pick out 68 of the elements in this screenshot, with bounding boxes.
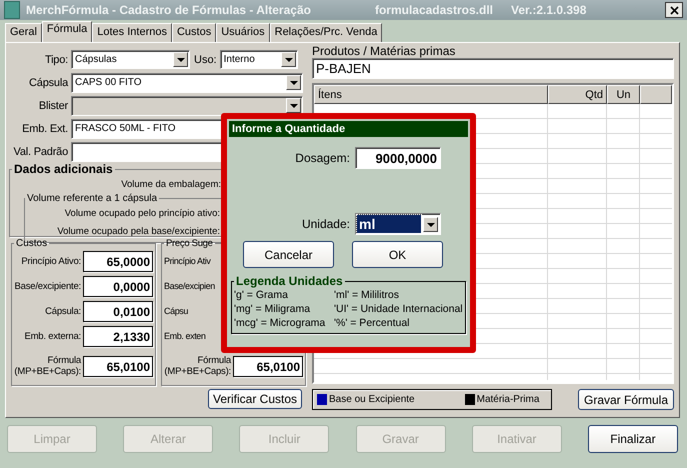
field-label: Volume ocupado pelo princípio ativo: bbox=[64, 208, 220, 218]
app-icon bbox=[4, 1, 20, 19]
column-header: Ítens bbox=[314, 85, 548, 104]
dialog-title: Informe a Quantidade bbox=[229, 121, 468, 137]
column-header: Un bbox=[607, 85, 640, 104]
cost-label: Princípio Ativo: bbox=[20, 256, 81, 267]
price-label: Emb. exten bbox=[164, 331, 207, 342]
cost-value-field: 0,0000 bbox=[83, 276, 153, 297]
legend-label: Matéria-Prima bbox=[476, 394, 540, 405]
tab[interactable]: Relações/Prc. Venda bbox=[270, 23, 382, 42]
verify-costs-button[interactable]: Verificar Custos bbox=[208, 389, 302, 409]
field-label: Dosagem: bbox=[295, 151, 350, 165]
cost-label: Cápsula: bbox=[44, 306, 81, 317]
products-label: Produtos / Matérias primas bbox=[312, 44, 456, 58]
legend-entry: 'g' = Grama bbox=[234, 288, 289, 302]
dialog-button[interactable]: Cancelar bbox=[243, 241, 334, 268]
legend-label: Base ou Excipiente bbox=[329, 394, 415, 405]
field-label: Cápsula bbox=[28, 76, 70, 88]
cost-label: Emb. externa: bbox=[23, 331, 81, 342]
type-select[interactable]: Cápsulas bbox=[71, 50, 190, 69]
price-label: Base/excipien bbox=[164, 281, 216, 292]
save-formula-button[interactable]: Gravar Fórmula bbox=[578, 389, 674, 410]
tab[interactable]: Lotes Internos bbox=[92, 23, 172, 42]
legend-entry: 'UI' = Unidade Internacional bbox=[334, 302, 463, 316]
dosage-field[interactable]: 9000,0000 bbox=[355, 147, 441, 169]
field-label: Volume ocupado pela base/excipiente: bbox=[57, 226, 220, 236]
use-select[interactable]: Interno bbox=[220, 50, 298, 69]
version-label: Ver.:2.1.0.398 bbox=[510, 3, 586, 17]
cost-value-field: 65,0000 bbox=[83, 251, 153, 272]
dialog-button[interactable]: OK bbox=[352, 241, 443, 268]
field-label: Emb. Ext. bbox=[21, 122, 69, 134]
field-label: Tipo: bbox=[44, 54, 69, 66]
price-value-field: 65,0100 bbox=[233, 356, 303, 376]
tab[interactable]: Custos bbox=[172, 23, 216, 42]
close-button[interactable] bbox=[665, 2, 683, 18]
module-name: formulacadastros.dll bbox=[374, 3, 493, 17]
window-title: MerchFórmula - Cadastro de Fórmulas - Alteração bbox=[26, 3, 311, 17]
cost-value-field: 0,0100 bbox=[83, 301, 153, 322]
group-title: Custos bbox=[15, 238, 48, 249]
tab[interactable]: Fórmula bbox=[42, 21, 92, 42]
cost-label: Fórmula (MP+BE+Caps): bbox=[14, 355, 81, 377]
group-title: Preço Suge bbox=[165, 238, 214, 249]
field-label: Blister bbox=[38, 100, 69, 112]
legend-entry: '%' = Percentual bbox=[334, 316, 411, 330]
field-label: Val. Padrão bbox=[12, 146, 69, 158]
column-header: Qtd bbox=[548, 85, 607, 104]
price-label: Cápsu bbox=[164, 306, 190, 317]
cost-value-field: 65,0100 bbox=[83, 356, 153, 376]
cost-value-field: 2,1330 bbox=[83, 326, 153, 347]
field-label: Unidade: bbox=[302, 217, 350, 231]
group-title: Volume referente a 1 cápsula bbox=[26, 193, 158, 204]
action-button[interactable]: Finalizar bbox=[588, 425, 678, 453]
legend-entry: 'mg' = Miligrama bbox=[234, 302, 312, 316]
legend-entry: 'ml' = Mililitros bbox=[334, 288, 400, 302]
price-label: Fórmula (MP+BE+Caps): bbox=[164, 355, 231, 377]
price-label: Princípio Ativ bbox=[164, 256, 212, 267]
close-icon bbox=[670, 6, 678, 14]
tab[interactable]: Usuários bbox=[216, 23, 270, 42]
field-label: Volume da embalagem: bbox=[121, 178, 221, 190]
legend-entry: 'mcg' = Micrograma bbox=[234, 316, 326, 330]
dropdown-field[interactable]: CAPS 00 FITO bbox=[71, 72, 303, 92]
group-title: Legenda Unidades bbox=[235, 274, 344, 288]
field-label: Uso: bbox=[193, 54, 218, 66]
unit-select[interactable]: ml bbox=[355, 213, 441, 235]
tab[interactable]: Geral bbox=[5, 23, 42, 42]
group-title: Dados adicionais bbox=[13, 163, 114, 175]
product-field[interactable]: P-BAJEN bbox=[312, 58, 674, 79]
cost-label: Base/excipiente: bbox=[14, 281, 81, 292]
